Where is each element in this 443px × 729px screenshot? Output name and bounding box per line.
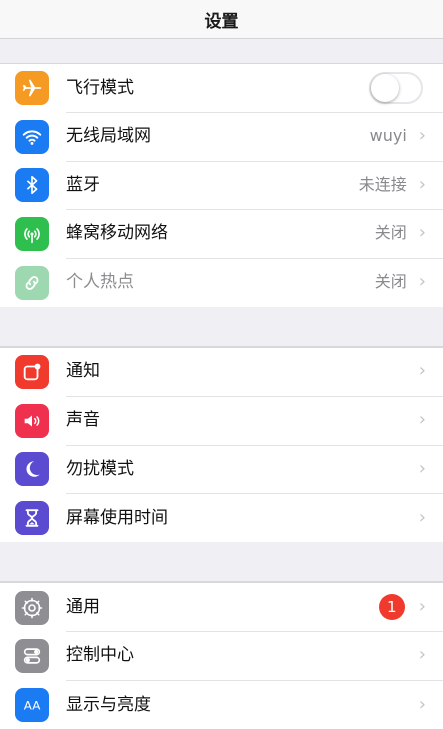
gear-icon [15, 590, 49, 625]
chevron-right-icon: › [418, 222, 426, 244]
row-label: 屏幕使用时间 [66, 507, 168, 528]
settings-group-connectivity: 飞行模式 无线局域网 wuyi › 蓝牙 未连接 › 蜂窝移动网络 关闭 › 个… [0, 63, 443, 307]
chevron-right-icon: › [418, 595, 426, 617]
airplane-mode-toggle[interactable] [369, 71, 423, 104]
display-icon: AA [15, 687, 49, 722]
settings-group-system: 通用 1 › 控制中心 › AA 显示与亮度 › [0, 582, 443, 729]
airplane-icon [15, 71, 49, 106]
hotspot-icon [15, 265, 49, 300]
settings-row-control-center[interactable]: 控制中心 › [0, 632, 443, 682]
row-label: 显示与亮度 [66, 694, 151, 715]
row-label: 通用 [66, 596, 100, 617]
row-label: 个人热点 [66, 272, 134, 293]
row-label: 控制中心 [66, 645, 134, 666]
settings-row-screen-time[interactable]: 屏幕使用时间 › [0, 494, 443, 543]
bluetooth-icon [15, 168, 49, 203]
row-label: 蜂窝移动网络 [66, 223, 168, 244]
update-badge: 1 [378, 594, 405, 621]
row-label: 无线局域网 [66, 126, 151, 147]
page-title: 设置 [204, 11, 239, 32]
cellular-status-value: 关闭 [374, 223, 407, 243]
notifications-icon [15, 355, 49, 390]
settings-group-alerts: 通知 › 声音 › 勿扰模式 › 屏幕使用时间 › [0, 346, 443, 543]
settings-row-airplane-mode[interactable]: 飞行模式 [0, 64, 443, 114]
row-label: 通知 [66, 361, 100, 382]
settings-row-general[interactable]: 通用 1 › [0, 583, 443, 633]
settings-row-bluetooth[interactable]: 蓝牙 未连接 › [0, 161, 443, 211]
row-label: 飞行模式 [66, 77, 134, 98]
row-label: 声音 [66, 410, 100, 431]
chevron-right-icon: › [418, 360, 426, 382]
control-center-icon [15, 639, 49, 674]
wifi-icon [15, 119, 49, 154]
bluetooth-status-value: 未连接 [358, 174, 407, 194]
chevron-right-icon: › [418, 644, 426, 666]
row-label: 勿扰模式 [66, 458, 134, 479]
settings-row-sounds[interactable]: 声音 › [0, 397, 443, 446]
navigation-bar: 设置 [0, 0, 443, 39]
toggle-knob [371, 73, 399, 102]
hotspot-status-value: 关闭 [374, 272, 407, 292]
chevron-right-icon: › [418, 693, 426, 715]
chevron-right-icon: › [418, 271, 426, 293]
chevron-right-icon: › [418, 457, 426, 479]
chevron-right-icon: › [418, 409, 426, 431]
chevron-right-icon: › [418, 125, 426, 147]
row-label: 蓝牙 [66, 174, 100, 195]
moon-icon [15, 452, 49, 487]
settings-row-wifi[interactable]: 无线局域网 wuyi › [0, 113, 443, 162]
section-spacer [0, 307, 443, 347]
settings-row-cellular[interactable]: 蜂窝移动网络 关闭 › [0, 210, 443, 259]
wifi-network-value: wuyi [369, 126, 407, 146]
settings-row-personal-hotspot[interactable]: 个人热点 关闭 › [0, 258, 443, 307]
settings-row-do-not-disturb[interactable]: 勿扰模式 › [0, 445, 443, 495]
chevron-right-icon: › [418, 173, 426, 195]
cellular-icon [15, 217, 49, 252]
svg-text:AA: AA [24, 698, 41, 712]
chevron-right-icon: › [418, 506, 426, 528]
section-spacer [0, 542, 443, 583]
settings-row-display-brightness[interactable]: AA 显示与亮度 › [0, 681, 443, 729]
sound-icon [15, 403, 49, 438]
settings-row-notifications[interactable]: 通知 › [0, 348, 443, 398]
hourglass-icon [15, 501, 49, 536]
